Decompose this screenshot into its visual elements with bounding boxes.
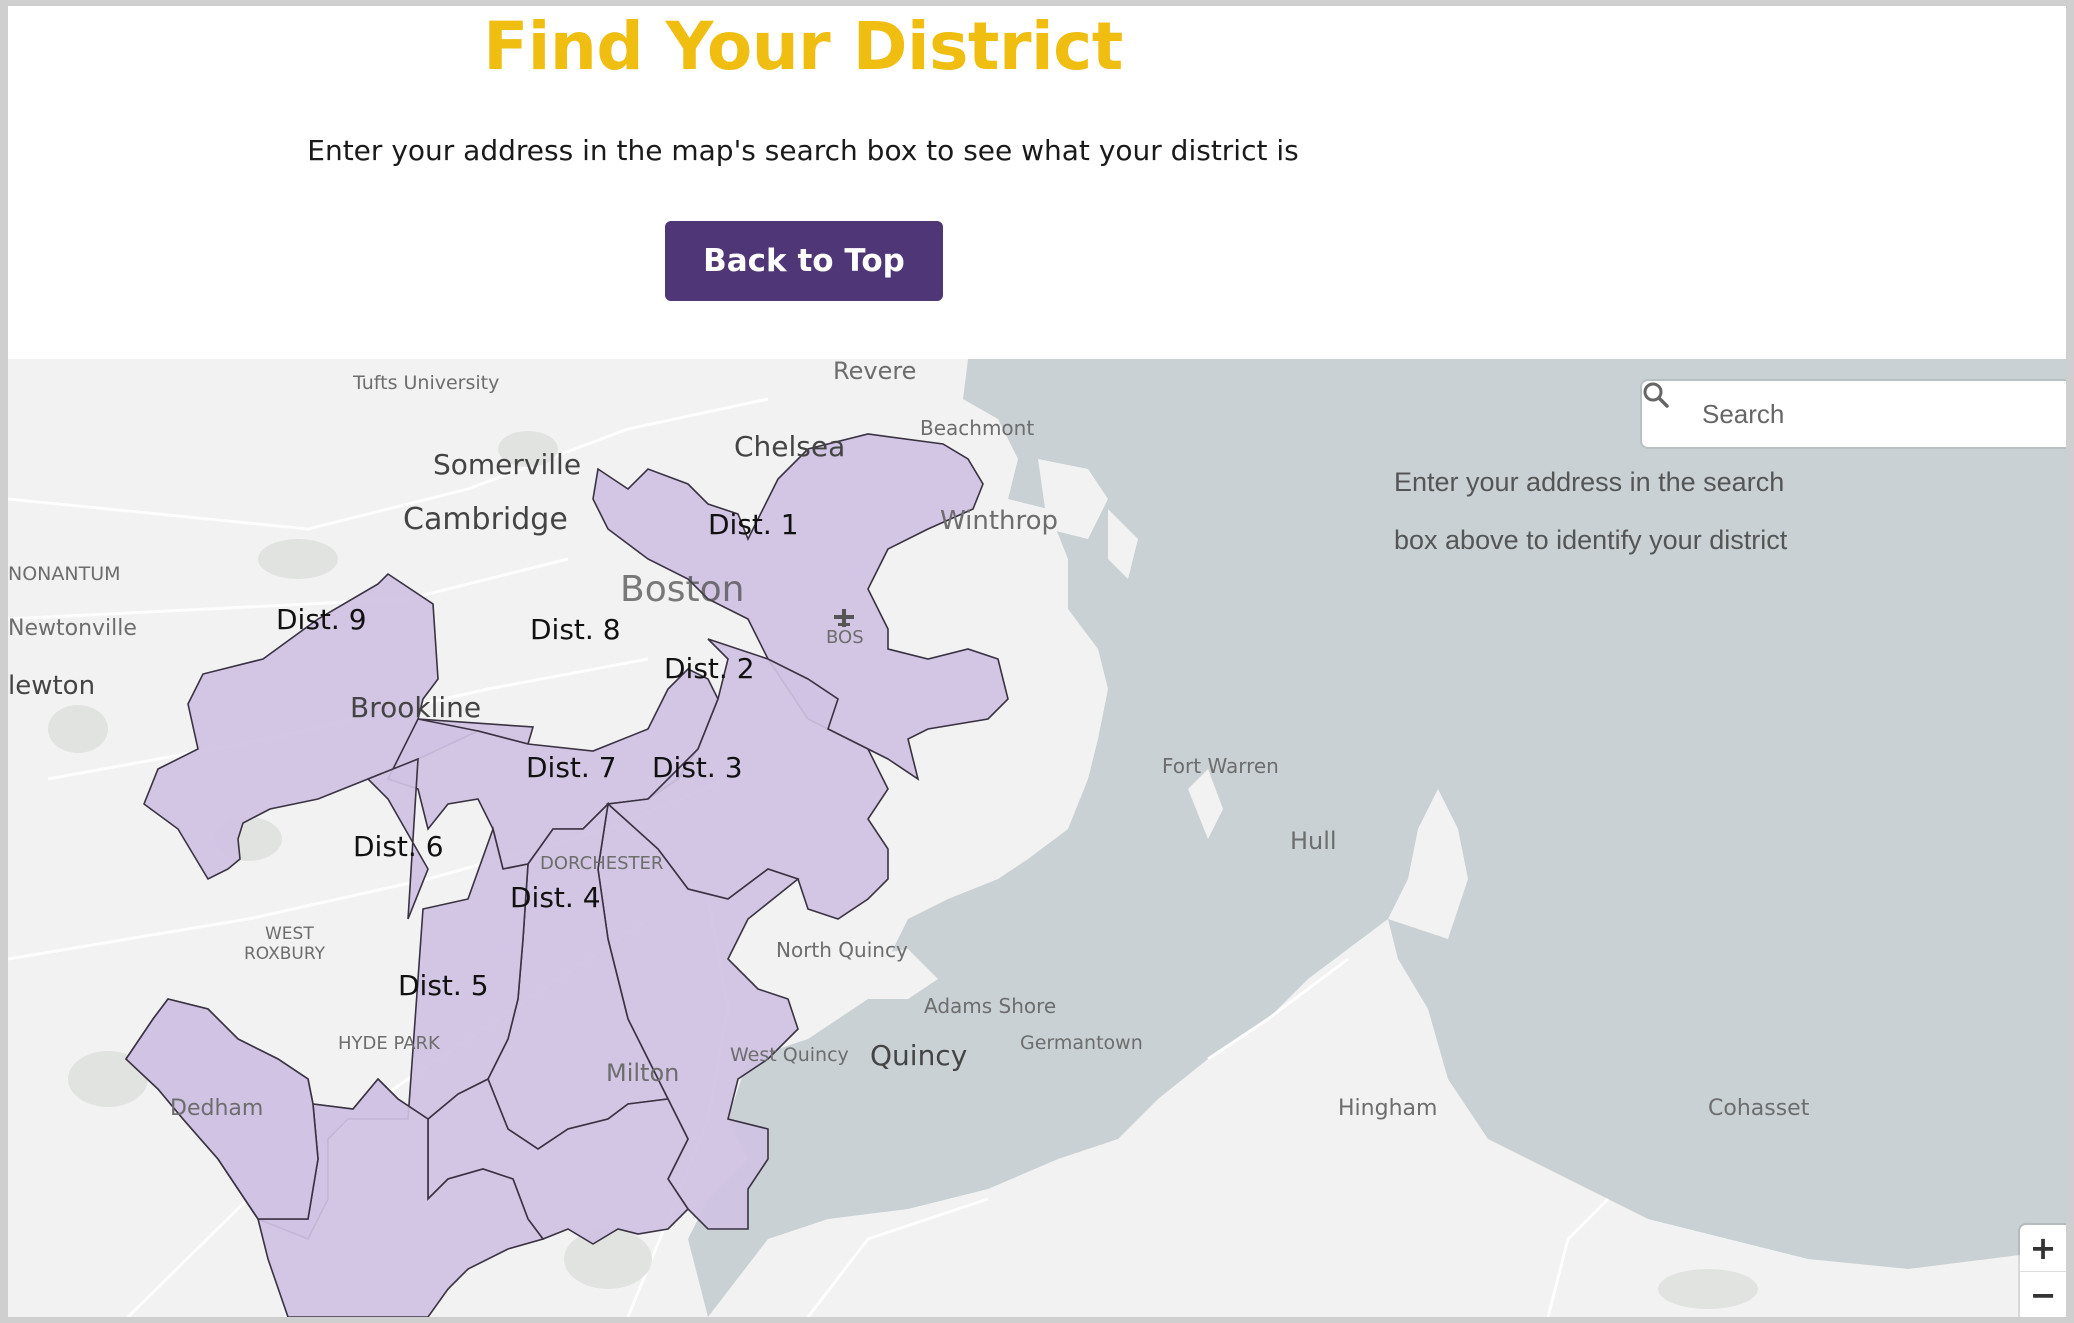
- map-instructions-line-2: box above to identify your district: [1394, 525, 1788, 555]
- label-newtonville: Newtonville: [8, 616, 137, 641]
- search-input[interactable]: [1702, 384, 2052, 444]
- search-icon: [1642, 381, 1702, 447]
- label-cohasset: Cohasset: [1708, 1096, 1810, 1121]
- label-cambridge: Cambridge: [403, 502, 568, 537]
- label-somerville: Somerville: [433, 448, 581, 481]
- label-north-quincy: North Quincy: [776, 938, 908, 962]
- district-8-label: Dist. 8: [530, 613, 621, 646]
- label-dorchester: DORCHESTER: [540, 853, 663, 874]
- back-to-top-button[interactable]: Back to Top: [665, 221, 943, 301]
- label-nonantum: NONANTUM: [8, 563, 121, 585]
- map-instructions: Enter your address in the search box abo…: [1394, 453, 1834, 569]
- label-bos: BOS: [826, 627, 864, 648]
- label-west-roxbury-1: WEST: [265, 924, 314, 944]
- label-beachmont: Beachmont: [920, 416, 1034, 440]
- label-chelsea: Chelsea: [734, 430, 845, 463]
- label-tufts: Tufts University: [352, 372, 499, 394]
- district-4-label: Dist. 4: [510, 881, 601, 914]
- label-newton: lewton: [8, 671, 95, 701]
- header-section: Find Your District Enter your address in…: [8, 6, 2066, 359]
- zoom-controls: + −: [2020, 1225, 2066, 1317]
- page-title: Find Your District: [483, 8, 1123, 85]
- page-subtitle: Enter your address in the map's search b…: [307, 134, 1299, 167]
- district-1-label: Dist. 1: [708, 508, 799, 541]
- zoom-out-button[interactable]: −: [2020, 1271, 2066, 1317]
- label-dedham: Dedham: [170, 1096, 263, 1121]
- label-fort-warren: Fort Warren: [1162, 754, 1279, 778]
- label-boston: Boston: [620, 569, 744, 610]
- label-winthrop: Winthrop: [940, 506, 1058, 536]
- district-7-label: Dist. 7: [526, 751, 617, 784]
- label-milton: Milton: [606, 1059, 679, 1087]
- district-9-label: Dist. 9: [276, 603, 367, 636]
- label-brookline: Brookline: [350, 691, 481, 724]
- district-3-label: Dist. 3: [652, 751, 743, 784]
- label-hingham: Hingham: [1338, 1096, 1437, 1121]
- district-2-label: Dist. 2: [664, 652, 755, 685]
- label-hull: Hull: [1290, 827, 1337, 855]
- map-search-box[interactable]: [1642, 381, 2066, 447]
- label-revere: Revere: [833, 359, 916, 385]
- label-west-roxbury-2: ROXBURY: [244, 944, 326, 964]
- zoom-in-button[interactable]: +: [2020, 1225, 2066, 1271]
- district-6-label: Dist. 6: [353, 830, 444, 863]
- label-hyde-park: HYDE PARK: [338, 1033, 441, 1054]
- label-adams-shore: Adams Shore: [924, 994, 1056, 1018]
- label-germantown: Germantown: [1020, 1032, 1143, 1054]
- map-instructions-line-1: Enter your address in the search: [1394, 467, 1785, 497]
- label-west-quincy: West Quincy: [730, 1044, 849, 1066]
- district-map[interactable]: Tufts University Revere Beachmont Chelse…: [8, 359, 2066, 1317]
- page-frame: Find Your District Enter your address in…: [8, 6, 2066, 1317]
- label-quincy: Quincy: [870, 1039, 967, 1072]
- district-5-label: Dist. 5: [398, 969, 489, 1002]
